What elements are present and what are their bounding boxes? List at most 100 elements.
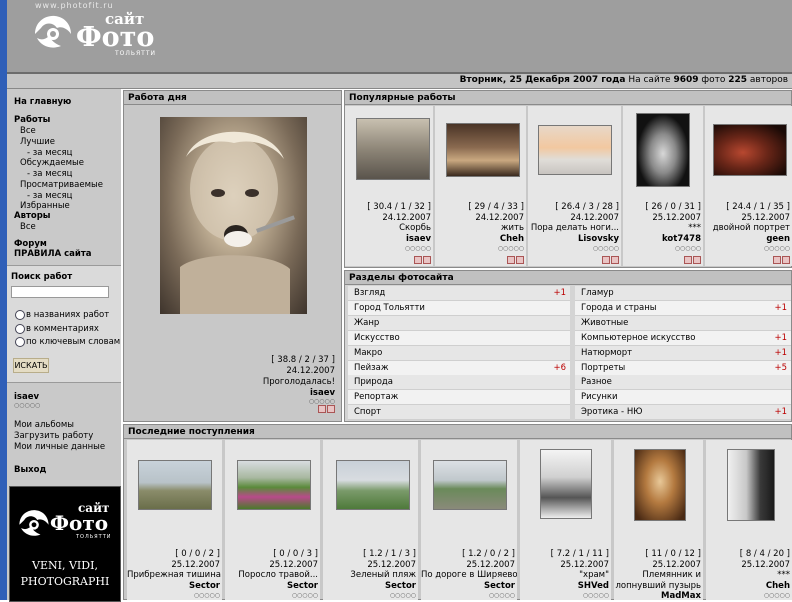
popular-item-author[interactable]: Cheh — [435, 234, 526, 245]
section-name[interactable]: Город Тольятти — [354, 303, 425, 313]
search-option-titles-radio[interactable] — [15, 310, 25, 320]
section-name[interactable]: Жанр — [354, 318, 379, 328]
section-name[interactable]: Города и страны — [581, 303, 657, 313]
close-icon[interactable] — [611, 255, 619, 264]
section-row[interactable]: Репортаж — [348, 390, 570, 406]
section-name[interactable]: Эротика - НЮ — [581, 407, 642, 417]
latest-item-author[interactable]: SHVed — [520, 581, 611, 592]
favorite-icon[interactable] — [773, 255, 781, 264]
nav-upload[interactable]: Загрузить работу — [14, 431, 93, 441]
section-row[interactable]: Животные — [575, 315, 791, 331]
nav-best[interactable]: Лучшие — [20, 137, 55, 147]
section-row[interactable]: Искусство — [348, 330, 570, 346]
section-name[interactable]: Природа — [354, 377, 393, 387]
latest-item-author[interactable]: Sector — [421, 581, 517, 592]
latest-item-photo[interactable] — [540, 449, 592, 519]
favorite-icon[interactable] — [318, 404, 326, 413]
popular-item-photo[interactable] — [446, 123, 520, 177]
section-row[interactable]: Гламур — [575, 286, 791, 301]
search-option-keywords-radio[interactable] — [15, 337, 25, 347]
nav-my-albums[interactable]: Мои альбомы — [14, 420, 74, 430]
nav-rules[interactable]: ПРАВИЛА сайта — [14, 249, 92, 259]
section-name[interactable]: Натюрморт — [581, 348, 632, 358]
nav-my-data[interactable]: Мои личные данные — [14, 442, 105, 452]
favorite-icon[interactable] — [684, 255, 692, 264]
latest-item-photo[interactable] — [237, 460, 311, 510]
section-row[interactable]: Рисунки — [575, 390, 791, 406]
nav-favorites[interactable]: Избранные — [20, 201, 70, 211]
nav-home[interactable]: На главную — [14, 97, 71, 107]
latest-item-photo[interactable] — [433, 460, 507, 510]
search-button[interactable]: ИСКАТЬ — [13, 358, 49, 373]
latest-item-author[interactable]: Sector — [225, 581, 320, 592]
section-row[interactable]: Города и страны +1 — [575, 300, 791, 316]
popular-item-photo[interactable] — [713, 124, 787, 176]
latest-item-author[interactable]: Sector — [127, 581, 222, 592]
favorite-icon[interactable] — [507, 255, 515, 264]
section-row[interactable]: Натюрморт +1 — [575, 345, 791, 361]
popular-item-author[interactable]: kot7478 — [623, 234, 703, 245]
nav-works-all[interactable]: Все — [20, 126, 36, 136]
latest-item-photo[interactable] — [634, 449, 686, 521]
work-of-day-photo[interactable] — [160, 117, 307, 314]
latest-item-photo[interactable] — [727, 449, 775, 521]
nav-works[interactable]: Работы — [14, 115, 50, 125]
close-icon[interactable] — [782, 255, 790, 264]
favorite-icon[interactable] — [602, 255, 610, 264]
nav-best-month[interactable]: - за месяц — [27, 148, 72, 158]
section-name[interactable]: Гламур — [581, 288, 614, 298]
latest-item-author[interactable]: Sector — [323, 581, 418, 592]
close-icon[interactable] — [516, 255, 524, 264]
section-row[interactable]: Природа — [348, 375, 570, 391]
section-name[interactable]: Компьютерное искусство — [581, 333, 696, 343]
popular-item-photo[interactable] — [356, 118, 430, 180]
popular-item-photo[interactable] — [636, 113, 690, 187]
section-name[interactable]: Репортаж — [354, 392, 398, 402]
close-icon[interactable] — [693, 255, 701, 264]
search-option-comments-radio[interactable] — [15, 324, 25, 334]
nav-forum[interactable]: Форум — [14, 239, 47, 249]
section-name[interactable]: Рисунки — [581, 392, 618, 402]
nav-viewed[interactable]: Просматриваемые — [20, 180, 103, 190]
section-row[interactable]: Портреты +5 — [575, 360, 791, 376]
latest-item-photo[interactable] — [138, 460, 212, 510]
section-new-count: +1 — [774, 302, 787, 313]
section-row[interactable]: Разное — [575, 375, 791, 391]
section-row[interactable]: Макро — [348, 345, 570, 361]
close-icon[interactable] — [327, 404, 335, 413]
nav-discussed-month[interactable]: - за месяц — [27, 169, 72, 179]
section-name[interactable]: Спорт — [354, 407, 381, 417]
section-name[interactable]: Разное — [581, 377, 612, 387]
section-row[interactable]: Город Тольятти — [348, 300, 570, 316]
latest-item-author[interactable]: Cheh — [706, 581, 792, 592]
nav-authors[interactable]: Авторы — [14, 211, 51, 221]
section-row[interactable]: Взгляд +1 — [348, 286, 570, 301]
section-name[interactable]: Пейзаж — [354, 363, 389, 373]
section-row[interactable]: Жанр — [348, 315, 570, 331]
favorite-icon[interactable] — [414, 255, 422, 264]
close-icon[interactable] — [423, 255, 431, 264]
popular-item-photo[interactable] — [538, 125, 612, 175]
popular-item-author[interactable]: isaev — [345, 234, 433, 245]
section-name[interactable]: Макро — [354, 348, 382, 358]
section-name[interactable]: Искусство — [354, 333, 400, 343]
section-name[interactable]: Портреты — [581, 363, 625, 373]
search-input[interactable] — [11, 286, 109, 298]
latest-item-author[interactable]: MadMax — [614, 591, 703, 600]
nav-authors-all[interactable]: Все — [20, 222, 36, 232]
section-name[interactable]: Животные — [581, 318, 628, 328]
popular-item-author[interactable]: geen — [705, 234, 792, 245]
popular-item-author[interactable]: Lisovsky — [528, 234, 621, 245]
section-row[interactable]: Эротика - НЮ +1 — [575, 405, 791, 421]
section-name[interactable]: Взгляд — [354, 288, 385, 298]
section-row[interactable]: Спорт — [348, 405, 570, 421]
latest-item-photo[interactable] — [336, 460, 410, 510]
site-logo[interactable]: сайт Фото ТОЛЬЯТТИ — [31, 8, 161, 58]
section-row[interactable]: Компьютерное искусство +1 — [575, 330, 791, 346]
nav-logout[interactable]: Выход — [14, 465, 46, 475]
nav-viewed-month[interactable]: - за месяц — [27, 191, 72, 201]
promo-banner[interactable]: сайт Фото ТОЛЬЯТТИ VENI, VIDI, PHOTOGRAP… — [9, 486, 121, 602]
nav-discussed[interactable]: Обсуждаемые — [20, 158, 84, 168]
user-name[interactable]: isaev — [14, 392, 39, 402]
section-row[interactable]: Пейзаж +6 — [348, 360, 570, 376]
